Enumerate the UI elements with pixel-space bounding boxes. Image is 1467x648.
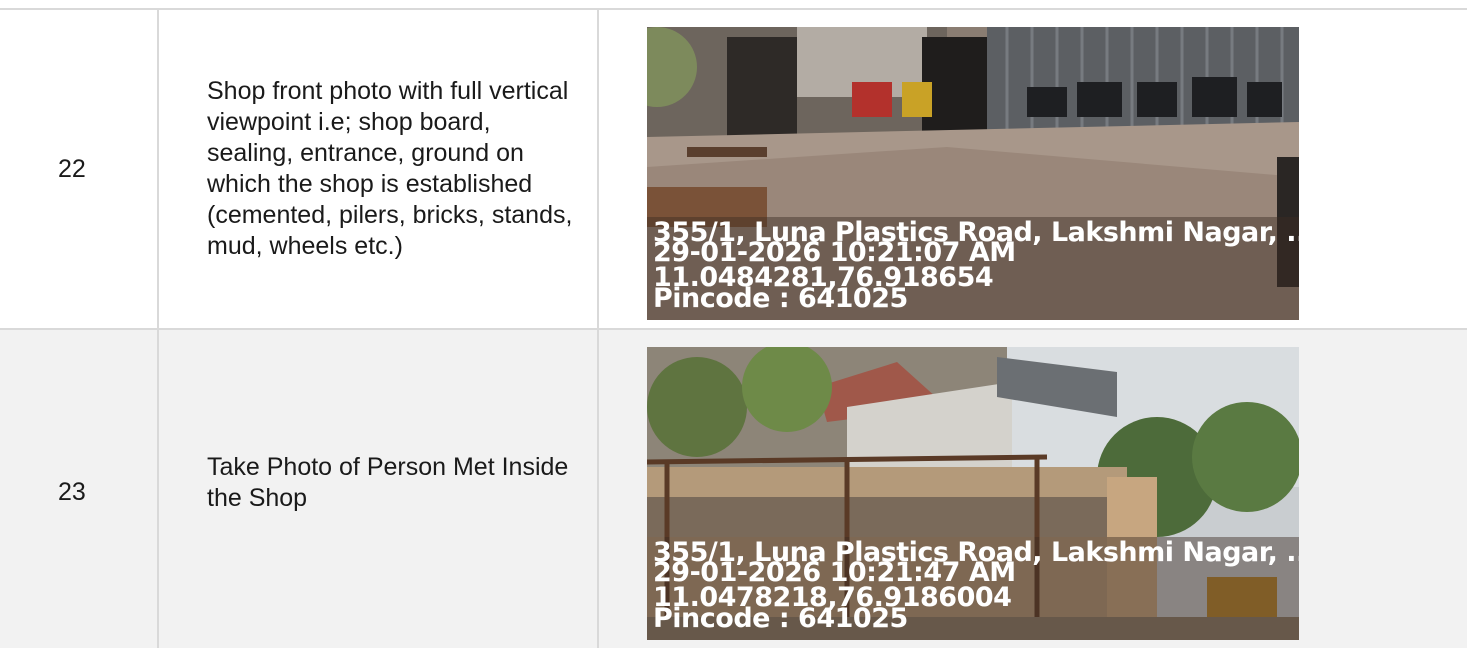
geotag-pincode: Pincode : 641025 <box>653 283 908 314</box>
row-number: 23 <box>58 478 86 506</box>
geotag-pincode: Pincode : 641025 <box>653 603 908 634</box>
row-description: Shop front photo with full vertical view… <box>157 10 597 328</box>
row-description-text: Take Photo of Person Met Inside the Shop <box>207 453 569 512</box>
table-row: 22 Shop front photo with full vertical v… <box>0 10 1467 330</box>
row-number: 22 <box>58 154 86 183</box>
photo-geotag-stamp: 355/1, Luna Plastics Road, Lakshmi Nagar… <box>647 217 1299 320</box>
row-description: Take Photo of Person Met Inside the Shop <box>157 330 597 648</box>
table-row: 23 Take Photo of Person Met Inside the S… <box>0 330 1467 648</box>
inspection-table: 22 Shop front photo with full vertical v… <box>0 8 1467 648</box>
person-met-photo[interactable]: 355/1, Luna Plastics Road, Lakshmi Nagar… <box>647 347 1299 640</box>
photo-cell: 355/1, Luna Plastics Road, Lakshmi Nagar… <box>597 10 1467 328</box>
row-description-text: Shop front photo with full vertical view… <box>207 77 573 260</box>
photo-geotag-stamp: 355/1, Luna Plastics Road, Lakshmi Nagar… <box>647 537 1299 640</box>
shop-front-photo[interactable]: 355/1, Luna Plastics Road, Lakshmi Nagar… <box>647 27 1299 320</box>
photo-cell: 355/1, Luna Plastics Road, Lakshmi Nagar… <box>597 330 1467 648</box>
